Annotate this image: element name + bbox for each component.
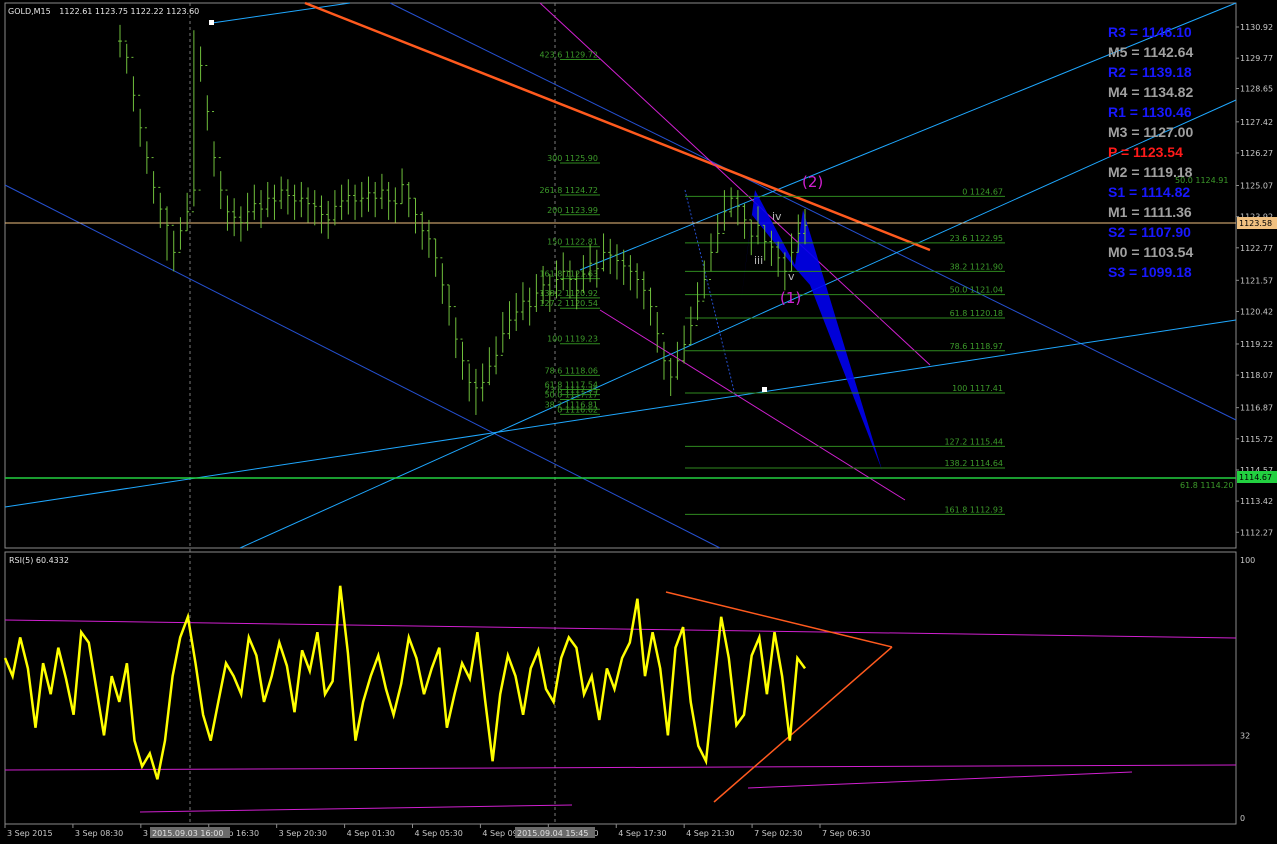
rsi-magenta-short (139, 804, 573, 813)
fib-right-label-8: 138.2 1114.64 (944, 459, 1003, 468)
price-tick-13: 1115.72 (1240, 435, 1273, 444)
trend-orange (304, 1, 931, 252)
pivot-label-0: R3 = 1146.10 (1108, 24, 1192, 40)
rsi-axis: 100 32 0 (1240, 556, 1255, 823)
time-tick-10: 4 Sep 21:30 (686, 829, 734, 838)
time-tick-0: 3 Sep 2015 (7, 829, 53, 838)
price-tick-1: 1129.77 (1240, 54, 1273, 63)
pivot-label-10: S2 = 1107.90 (1108, 224, 1191, 240)
pivot-label-4: R1 = 1130.46 (1108, 104, 1192, 120)
rsi-magenta-short-2 (747, 771, 1133, 789)
price-tick-4: 1126.27 (1240, 149, 1273, 158)
channel-light-2 (239, 99, 1237, 549)
channel-dark-lower (4, 184, 721, 549)
price-tick-7: 1122.77 (1240, 244, 1273, 253)
fib-right-label-0: 0 1124.67 (962, 187, 1003, 196)
price-tick-3: 1127.42 (1240, 118, 1273, 127)
pivot-label-5: M3 = 1127.00 (1108, 124, 1193, 140)
fib-left-label-8: 100 1119.23 (547, 335, 598, 344)
fib-right-label-6: 100 1117.41 (952, 384, 1003, 393)
anchor-dot-2 (762, 387, 767, 392)
pivot-label-1: M5 = 1142.64 (1108, 44, 1193, 60)
pivot-label-2: R2 = 1139.18 (1108, 64, 1192, 80)
fib-right-label-4: 61.8 1120.18 (950, 309, 1003, 318)
pivot-levels: R3 = 1146.10 M5 = 1142.64 R2 = 1139.18 M4 =… (1108, 24, 1193, 280)
price-marker: 1123.58 (1239, 219, 1272, 228)
time-overlay-1: 2015.09.04 15:45 (517, 829, 588, 838)
rsi-orange-lower (713, 646, 893, 803)
pivot-label-7: M2 = 1119.18 (1108, 164, 1193, 180)
pattern-shapes (740, 190, 882, 470)
wave-2-label: (2) (802, 173, 823, 191)
fib-left-label-7: 127.2 1120.54 (539, 299, 598, 308)
fib-left-label-9: 78.6 1118.06 (545, 366, 598, 375)
harmonic-pattern (740, 190, 882, 470)
fib-far-2: 61.8 1114.20 (1180, 481, 1233, 490)
time-tick-11: 7 Sep 02:30 (754, 829, 802, 838)
fib-left-label-14: 0 1116.62 (557, 405, 598, 414)
magenta-line-1 (539, 2, 931, 366)
price-tick-9: 1120.42 (1240, 307, 1273, 316)
dotted-leg (684, 189, 736, 396)
fib-left-label-13: 23.6 1117.35 (545, 386, 598, 395)
green-marker: 1114.67 (1239, 473, 1272, 482)
rsi-tick-2: 0 (1240, 814, 1245, 823)
price-tick-0: 1130.92 (1240, 23, 1273, 32)
fib-right-label-3: 50.0 1121.04 (950, 286, 1003, 295)
wave-v-label: v (788, 270, 795, 283)
wave-1-label: (1) (780, 289, 801, 307)
rsi-title: RSI(5) 60.4332 (9, 556, 69, 565)
fib-left-label-6: 138.2 1120.92 (539, 289, 598, 298)
fib-right-label-5: 78.6 1118.97 (950, 342, 1003, 351)
pivot-label-6: P = 1123.54 (1108, 144, 1183, 160)
price-tick-5: 1125.07 (1240, 181, 1273, 190)
time-tick-9: 4 Sep 17:30 (618, 829, 666, 838)
rsi-orange-upper (665, 591, 893, 648)
time-tick-5: 4 Sep 01:30 (347, 829, 395, 838)
time-tick-4: 3 Sep 20:30 (279, 829, 327, 838)
wave-iv-label: iv (772, 210, 782, 223)
fib-right-label-7: 127.2 1115.44 (944, 437, 1003, 446)
pivot-label-12: S3 = 1099.18 (1108, 264, 1192, 280)
rsi-tick-0: 100 (1240, 556, 1255, 565)
time-axis: 3 Sep 20153 Sep 08:303 Sep 12:303 Sep 16… (4, 824, 870, 838)
fib-right-label-9: 161.8 1112.93 (944, 505, 1003, 514)
wave-iii-label: iii (754, 254, 763, 267)
pivot-label-9: M1 = 1111.36 (1108, 204, 1192, 220)
price-tick-16: 1112.27 (1240, 528, 1273, 537)
fib-left-label-2: 261.8 1124.72 (539, 186, 598, 195)
time-tick-6: 4 Sep 05:30 (415, 829, 463, 838)
price-tick-10: 1119.22 (1240, 340, 1273, 349)
fib-right-label-1: 23.6 1122.95 (950, 234, 1003, 243)
price-axis: 1130.92 1129.77 1128.65 1127.42 1126.27 1125.… (1236, 23, 1273, 537)
fib-left-label-0: 423.6 1129.72 (539, 51, 598, 60)
fib-left-label-3: 200 1123.99 (547, 206, 598, 215)
rsi-tick-1: 32 (1240, 731, 1250, 740)
price-tick-2: 1128.65 (1240, 85, 1273, 94)
pivot-label-8: S1 = 1114.82 (1108, 184, 1190, 200)
fib-left-label-1: 300 1125.90 (547, 154, 598, 163)
time-tick-1: 3 Sep 08:30 (75, 829, 123, 838)
price-tick-8: 1121.57 (1240, 276, 1273, 285)
chart-symbol-header: GOLD,M15 1122.61 1123.75 1122.22 1123.60 (8, 7, 199, 16)
rsi-line (3, 585, 807, 780)
time-tick-12: 7 Sep 06:30 (822, 829, 870, 838)
chart-canvas[interactable]: 423.6 1129.72 300 1125.90 261.8 1124.72 200… (0, 0, 1277, 844)
price-tick-11: 1118.07 (1240, 371, 1273, 380)
price-tick-12: 1116.87 (1240, 404, 1273, 413)
anchor-dot-1 (209, 20, 214, 25)
time-overlay-0: 2015.09.03 16:00 (152, 829, 223, 838)
price-tick-15: 1113.42 (1240, 497, 1273, 506)
fib-right-label-2: 38.2 1121.90 (950, 262, 1003, 271)
pivot-label-11: M0 = 1103.54 (1108, 244, 1193, 260)
fibonacci-levels: 423.6 1129.72 300 1125.90 261.8 1124.72 200… (539, 51, 1005, 515)
pivot-label-3: M4 = 1134.82 (1108, 84, 1193, 100)
